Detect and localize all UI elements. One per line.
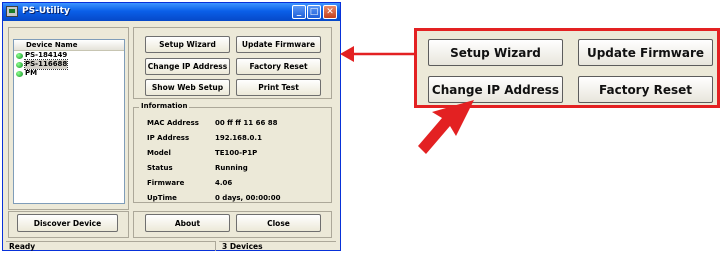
device-icon [16,70,23,77]
info-value-mac: 00 ff ff 11 66 88 [215,119,278,127]
show-web-setup-button[interactable]: Show Web Setup [145,79,230,96]
info-label-firmware: Firmware [147,179,185,187]
info-value-ip: 192.168.0.1 [215,134,262,142]
setup-wizard-button[interactable]: Setup Wizard [145,36,230,53]
connector-arrow-icon [340,46,414,62]
device-label: PS-184149 [25,51,68,59]
about-button[interactable]: About [145,214,230,232]
info-label-ip: IP Address [147,134,190,142]
change-ip-address-button[interactable]: Change IP Address [145,58,230,75]
info-value-uptime: 0 days, 00:00:00 [215,194,281,202]
callout-setup-wizard-button[interactable]: Setup Wizard [428,39,563,66]
title-bar[interactable]: PS-Utility _ □ ✕ [3,3,340,21]
factory-reset-button[interactable]: Factory Reset [236,58,321,75]
print-test-button[interactable]: Print Test [236,79,321,96]
callout-update-firmware-button[interactable]: Update Firmware [578,39,713,66]
info-label-uptime: UpTime [147,194,177,202]
info-label-model: Model [147,149,171,157]
info-value-status: Running [215,164,248,172]
info-label-status: Status [147,164,173,172]
info-label-mac: MAC Address [147,119,199,127]
status-text: Ready [6,241,216,251]
callout-factory-reset-button[interactable]: Factory Reset [578,76,713,103]
device-icon [16,61,23,68]
device-list[interactable]: Device Name PS-184149 PS-116688 PM [13,39,125,204]
information-title: Information [139,102,190,110]
app-icon [6,6,18,17]
info-value-model: TE100-P1P [215,149,258,157]
discover-device-button[interactable]: Discover Device [17,214,118,232]
device-count: 3 Devices [219,241,336,251]
ps-utility-window: PS-Utility _ □ ✕ Device Name PS-184149 P… [2,2,341,251]
list-item[interactable]: PS-184149 [14,51,124,60]
device-list-header[interactable]: Device Name [14,40,124,51]
close-window-button[interactable]: ✕ [323,5,337,19]
maximize-button[interactable]: □ [307,5,321,19]
device-icon [16,52,23,59]
list-item[interactable]: PS-116688 [14,59,124,70]
window-title: PS-Utility [22,6,70,16]
info-value-firmware: 4.06 [215,179,233,187]
device-label: PS-116688 [23,59,69,70]
update-firmware-button[interactable]: Update Firmware [236,36,321,53]
list-item[interactable]: PM [14,69,124,78]
device-label: PM [25,69,38,77]
minimize-button[interactable]: _ [292,5,306,19]
pointer-arrow-icon [418,100,474,154]
close-button[interactable]: Close [236,214,321,232]
